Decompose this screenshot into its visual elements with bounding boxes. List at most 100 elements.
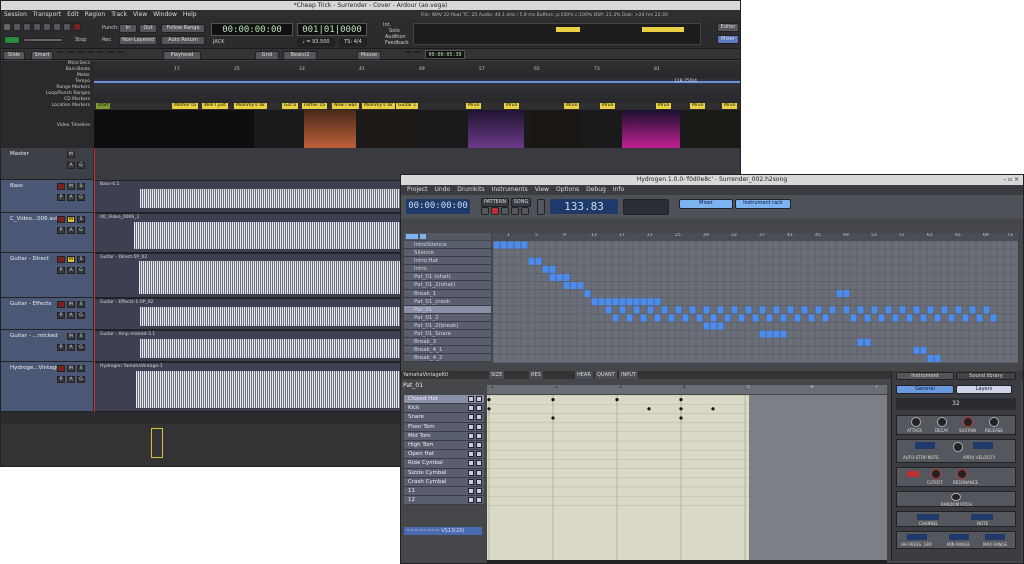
song-cell[interactable] xyxy=(892,338,899,346)
song-cell[interactable] xyxy=(535,354,542,362)
song-cell[interactable] xyxy=(507,249,514,257)
song-cell[interactable] xyxy=(983,338,990,346)
song-cell-active[interactable] xyxy=(843,290,850,298)
song-cell[interactable] xyxy=(703,241,710,249)
song-cell-active[interactable] xyxy=(717,306,724,314)
playlist-button[interactable]: P xyxy=(57,376,65,383)
song-cell[interactable] xyxy=(850,338,857,346)
song-cell[interactable] xyxy=(1004,249,1011,257)
song-cell[interactable] xyxy=(892,346,899,354)
song-cell[interactable] xyxy=(1011,257,1018,265)
song-cell[interactable] xyxy=(780,354,787,362)
song-cell[interactable] xyxy=(507,338,514,346)
song-cell[interactable] xyxy=(563,322,570,330)
song-cell[interactable] xyxy=(997,338,1004,346)
song-cell[interactable] xyxy=(745,314,752,322)
song-cell[interactable] xyxy=(878,298,885,306)
song-cell[interactable] xyxy=(997,346,1004,354)
song-cell[interactable] xyxy=(675,330,682,338)
song-cell[interactable] xyxy=(591,290,598,298)
song-cell[interactable] xyxy=(710,282,717,290)
track-header-video-audio[interactable]: C_Video...006.avi M S P A G xyxy=(1,213,93,253)
menu-view[interactable]: View xyxy=(133,10,147,20)
song-cell[interactable] xyxy=(934,322,941,330)
rewind-button[interactable] xyxy=(53,23,61,31)
song-cell[interactable] xyxy=(668,265,675,273)
song-cell[interactable] xyxy=(542,338,549,346)
song-cell[interactable] xyxy=(766,282,773,290)
instrument-solo[interactable] xyxy=(476,487,482,494)
song-cell[interactable] xyxy=(745,338,752,346)
song-cell[interactable] xyxy=(542,306,549,314)
song-cell-active[interactable] xyxy=(752,314,759,322)
song-cell[interactable] xyxy=(584,265,591,273)
song-cell[interactable] xyxy=(500,265,507,273)
location-marker[interactable]: Mommy's alr xyxy=(362,103,395,109)
song-cell[interactable] xyxy=(570,241,577,249)
song-cell[interactable] xyxy=(822,290,829,298)
song-cell[interactable] xyxy=(493,273,500,281)
song-cell[interactable] xyxy=(913,257,920,265)
song-cell[interactable] xyxy=(703,265,710,273)
song-cell-active[interactable] xyxy=(675,306,682,314)
song-cell[interactable] xyxy=(549,338,556,346)
song-cell[interactable] xyxy=(969,330,976,338)
song-cell[interactable] xyxy=(885,282,892,290)
h-record-button[interactable] xyxy=(491,207,499,215)
song-cell[interactable] xyxy=(836,346,843,354)
song-cell-active[interactable] xyxy=(710,322,717,330)
song-cell[interactable] xyxy=(682,354,689,362)
song-cell[interactable] xyxy=(885,257,892,265)
general-tab[interactable]: General xyxy=(896,385,954,394)
song-cell[interactable] xyxy=(633,290,640,298)
song-cell[interactable] xyxy=(934,257,941,265)
song-cell[interactable] xyxy=(864,241,871,249)
song-cell[interactable] xyxy=(1011,354,1018,362)
song-cell[interactable] xyxy=(899,282,906,290)
song-cell[interactable] xyxy=(941,265,948,273)
song-cell-active[interactable] xyxy=(920,346,927,354)
song-cell[interactable] xyxy=(808,249,815,257)
song-cell[interactable] xyxy=(899,298,906,306)
song-cell[interactable] xyxy=(871,314,878,322)
song-cell[interactable] xyxy=(500,257,507,265)
song-cell[interactable] xyxy=(521,273,528,281)
song-cell[interactable] xyxy=(612,265,619,273)
song-cell[interactable] xyxy=(801,265,808,273)
song-cell[interactable] xyxy=(787,338,794,346)
song-cell[interactable] xyxy=(780,282,787,290)
song-cell[interactable] xyxy=(675,290,682,298)
song-cell[interactable] xyxy=(780,338,787,346)
song-cell[interactable] xyxy=(591,330,598,338)
song-cell[interactable] xyxy=(948,265,955,273)
song-cell[interactable] xyxy=(647,249,654,257)
song-cell[interactable] xyxy=(493,346,500,354)
song-cell[interactable] xyxy=(514,314,521,322)
song-cell[interactable] xyxy=(591,306,598,314)
pattern-row[interactable]: Intro xyxy=(404,265,491,274)
song-cell[interactable] xyxy=(934,241,941,249)
song-cell-active[interactable] xyxy=(661,306,668,314)
song-cell[interactable] xyxy=(927,298,934,306)
song-cell[interactable] xyxy=(682,265,689,273)
song-cell[interactable] xyxy=(731,314,738,322)
song-cell[interactable] xyxy=(591,346,598,354)
instrument-mute[interactable] xyxy=(468,487,474,494)
song-cell[interactable] xyxy=(724,273,731,281)
song-cell[interactable] xyxy=(997,330,1004,338)
song-cell[interactable] xyxy=(808,346,815,354)
song-cell[interactable] xyxy=(563,314,570,322)
song-cell[interactable] xyxy=(801,330,808,338)
song-cell[interactable] xyxy=(864,273,871,281)
song-cell[interactable] xyxy=(556,330,563,338)
song-cell[interactable] xyxy=(549,306,556,314)
song-cell[interactable] xyxy=(654,322,661,330)
song-cell-active[interactable] xyxy=(710,314,717,322)
song-cell[interactable] xyxy=(864,265,871,273)
song-cell[interactable] xyxy=(885,346,892,354)
song-cell[interactable] xyxy=(689,273,696,281)
song-cell[interactable] xyxy=(577,330,584,338)
song-cell-active[interactable] xyxy=(843,306,850,314)
song-cell[interactable] xyxy=(878,273,885,281)
song-cell-active[interactable] xyxy=(584,290,591,298)
